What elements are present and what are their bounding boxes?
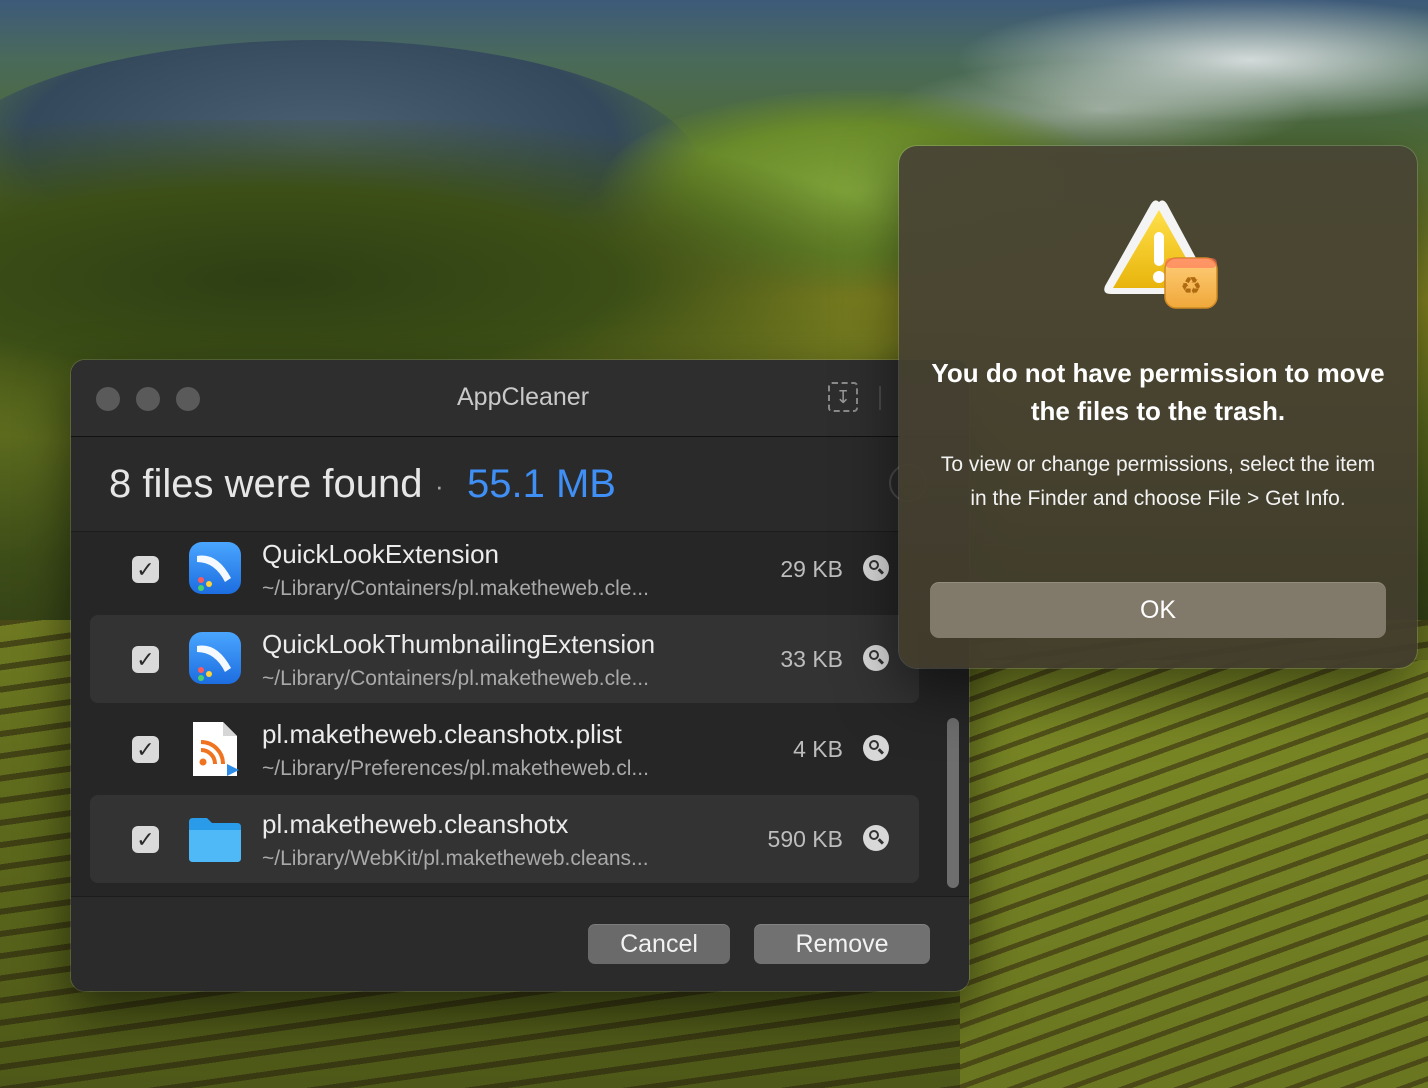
file-name: pl.maketheweb.cleanshotx: [262, 809, 569, 839]
file-row[interactable]: ✓ QuickLookThumbnailingExtension ~/Libra…: [90, 615, 919, 703]
file-row[interactable]: ✓ QuickLookExtension ~/Library/Container…: [90, 533, 919, 613]
file-path: ~/Library/Containers/pl.maketheweb.cle..…: [262, 577, 649, 600]
file-path: ~/Library/WebKit/pl.maketheweb.cleans...: [262, 847, 649, 870]
warning-trash-icon: ♻: [1104, 200, 1218, 309]
toolbar-separator: [879, 386, 881, 410]
titlebar: AppCleaner ↧: [71, 360, 969, 437]
summary-separator: ·: [435, 471, 444, 501]
file-path: ~/Library/Containers/pl.maketheweb.cle..…: [262, 667, 649, 690]
file-checkbox[interactable]: ✓: [132, 556, 159, 583]
reveal-in-finder-icon[interactable]: [863, 735, 889, 761]
file-row[interactable]: ✓ pl.maketheweb.cleanshotx ~/Library/Web…: [90, 795, 919, 883]
reveal-in-finder-icon[interactable]: [863, 825, 889, 851]
scrollbar-thumb[interactable]: [947, 718, 959, 888]
file-row[interactable]: ✓ pl.maketheweb.cleanshotx.plist ~/Libra…: [90, 705, 919, 793]
file-name: pl.maketheweb.cleanshotx.plist: [262, 719, 622, 749]
file-name: QuickLookExtension: [262, 539, 500, 569]
files-found-count: 8 files were found: [109, 462, 423, 506]
file-size: 29 KB: [780, 556, 843, 582]
remove-button[interactable]: Remove: [754, 924, 930, 964]
file-checkbox[interactable]: ✓: [132, 826, 159, 853]
wallpaper-vineyard-right: [960, 660, 1428, 1088]
plist-file-icon: [193, 722, 239, 776]
appcleaner-window: AppCleaner ↧ 8 files were found · 55.1 M…: [71, 360, 969, 991]
ok-button[interactable]: OK: [930, 582, 1386, 638]
file-size: 33 KB: [780, 646, 843, 672]
reveal-in-finder-icon[interactable]: [863, 555, 889, 581]
total-size: 55.1 MB: [467, 462, 616, 506]
file-checkbox[interactable]: ✓: [132, 736, 159, 763]
file-list[interactable]: ✓ QuickLookExtension ~/Library/Container…: [71, 533, 941, 895]
file-name: QuickLookThumbnailingExtension: [262, 629, 656, 659]
svg-text:♻: ♻: [1180, 272, 1202, 300]
alert-message: To view or change permissions, select th…: [940, 453, 1376, 510]
quicklook-extension-icon: [189, 542, 241, 594]
file-size: 590 KB: [767, 826, 843, 852]
download-tray-icon[interactable]: ↧: [828, 382, 858, 412]
reveal-in-finder-icon[interactable]: [863, 645, 889, 671]
file-checkbox[interactable]: ✓: [132, 646, 159, 673]
alert-title: You do not have permission to move the f…: [931, 358, 1385, 426]
permission-alert-dialog: ♻ You do not have permission to move the…: [899, 146, 1417, 668]
quicklook-extension-icon: [189, 632, 241, 684]
file-size: 4 KB: [793, 736, 843, 762]
folder-icon: [189, 818, 241, 862]
summary-bar: 8 files were found · 55.1 MB: [71, 437, 969, 532]
cancel-button[interactable]: Cancel: [588, 924, 730, 964]
footer-bar: Cancel Remove: [71, 896, 969, 991]
file-path: ~/Library/Preferences/pl.maketheweb.cl..…: [262, 757, 649, 780]
